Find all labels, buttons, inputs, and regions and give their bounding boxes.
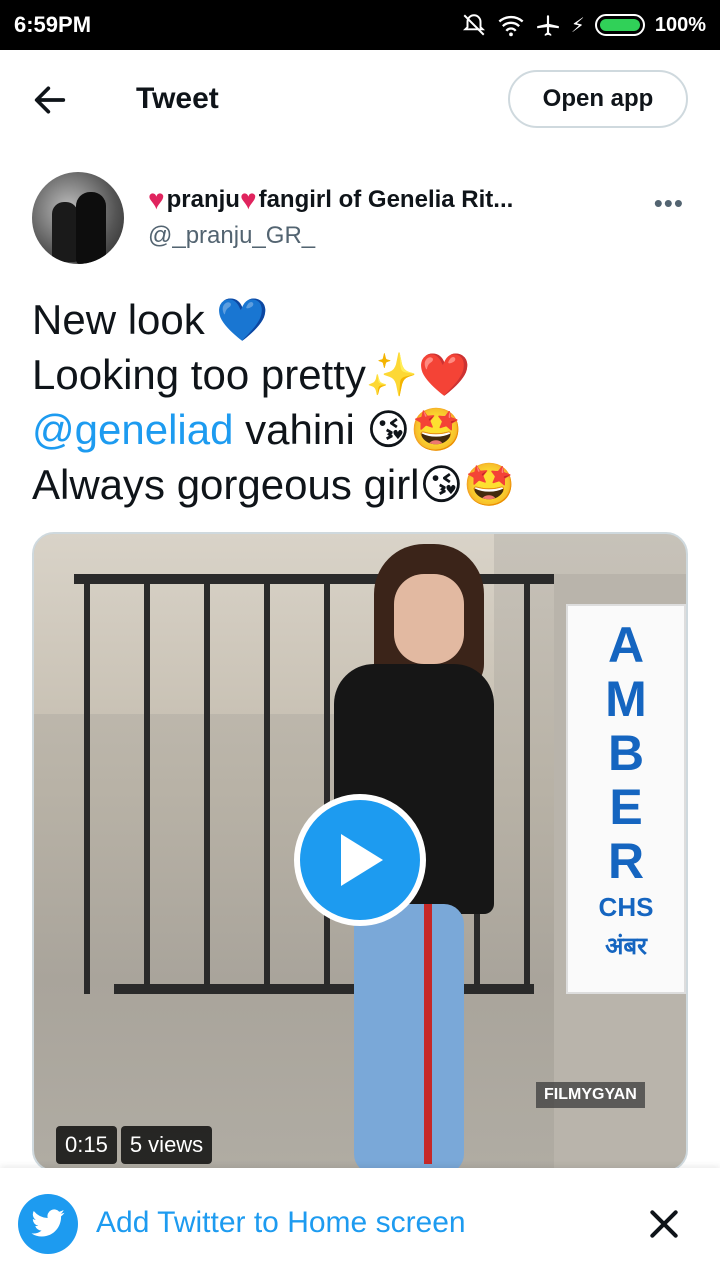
tweet-line: Looking too pretty✨❤️ (32, 350, 471, 399)
add-to-home-label[interactable]: Add Twitter to Home screen (96, 1206, 466, 1240)
video-player[interactable]: A M B E R CHS अंबर FILMYGYAN 0:15 5 view… (32, 532, 688, 1172)
twitter-bird-icon (18, 1194, 78, 1254)
red-heart-icon: ♥ (148, 184, 165, 215)
status-time: 6:59PM (14, 12, 92, 37)
airplane-icon (536, 15, 559, 36)
more-options-icon[interactable]: ••• (654, 188, 684, 219)
tweet-line: @geneliad vahini 😘🤩 (32, 405, 463, 454)
back-arrow-icon[interactable] (30, 80, 70, 120)
watermark: FILMYGYAN (536, 1082, 645, 1108)
page-title: Tweet (136, 82, 219, 115)
tweet-line: New look 💙 (32, 295, 269, 344)
view-count: 5 views (120, 1126, 213, 1164)
open-app-button[interactable]: Open app (508, 70, 688, 128)
blue-heart-emoji-icon: 💙 (216, 295, 269, 344)
sparkling-heart-icon: ♥ (239, 184, 257, 215)
charging-icon: ⚡ (570, 14, 585, 37)
user-handle[interactable]: @_pranju_GR_ (148, 222, 315, 250)
video-meta: 0:15 5 views (56, 1126, 213, 1164)
mention-link[interactable]: @geneliad (32, 406, 233, 453)
video-duration: 0:15 (56, 1126, 117, 1164)
add-to-home-banner[interactable]: Add Twitter to Home screen (0, 1168, 720, 1280)
battery-percent: 100% (654, 13, 706, 36)
bell-muted-icon (462, 14, 485, 36)
play-icon (341, 834, 383, 886)
tweet-author: ♥ pranju ♥ fangirl of Genelia Rit... @_p… (32, 170, 692, 270)
status-icons: ⚡ 100% (461, 12, 706, 38)
sparkles-heart-emoji-icon: ✨❤️ (365, 350, 471, 399)
display-name[interactable]: ♥ pranju ♥ fangirl of Genelia Rit... (148, 184, 513, 216)
kiss-star-eyes-emoji-icon: 😘🤩 (419, 460, 516, 509)
status-bar: 6:59PM ⚡ 100% (0, 0, 720, 50)
tweet-text: New look 💙 Looking too pretty✨❤️ @geneli… (32, 292, 692, 512)
avatar[interactable] (32, 172, 124, 264)
tweet-line: Always gorgeous girl😘🤩 (32, 460, 516, 509)
amber-sign: A M B E R CHS अंबर (566, 604, 686, 994)
close-icon[interactable] (644, 1204, 684, 1244)
wifi-icon (498, 15, 524, 37)
top-bar: Tweet Open app (0, 50, 720, 150)
battery-icon (594, 14, 645, 36)
kiss-star-eyes-emoji-icon: 😘🤩 (366, 405, 463, 454)
play-button[interactable] (294, 794, 426, 926)
